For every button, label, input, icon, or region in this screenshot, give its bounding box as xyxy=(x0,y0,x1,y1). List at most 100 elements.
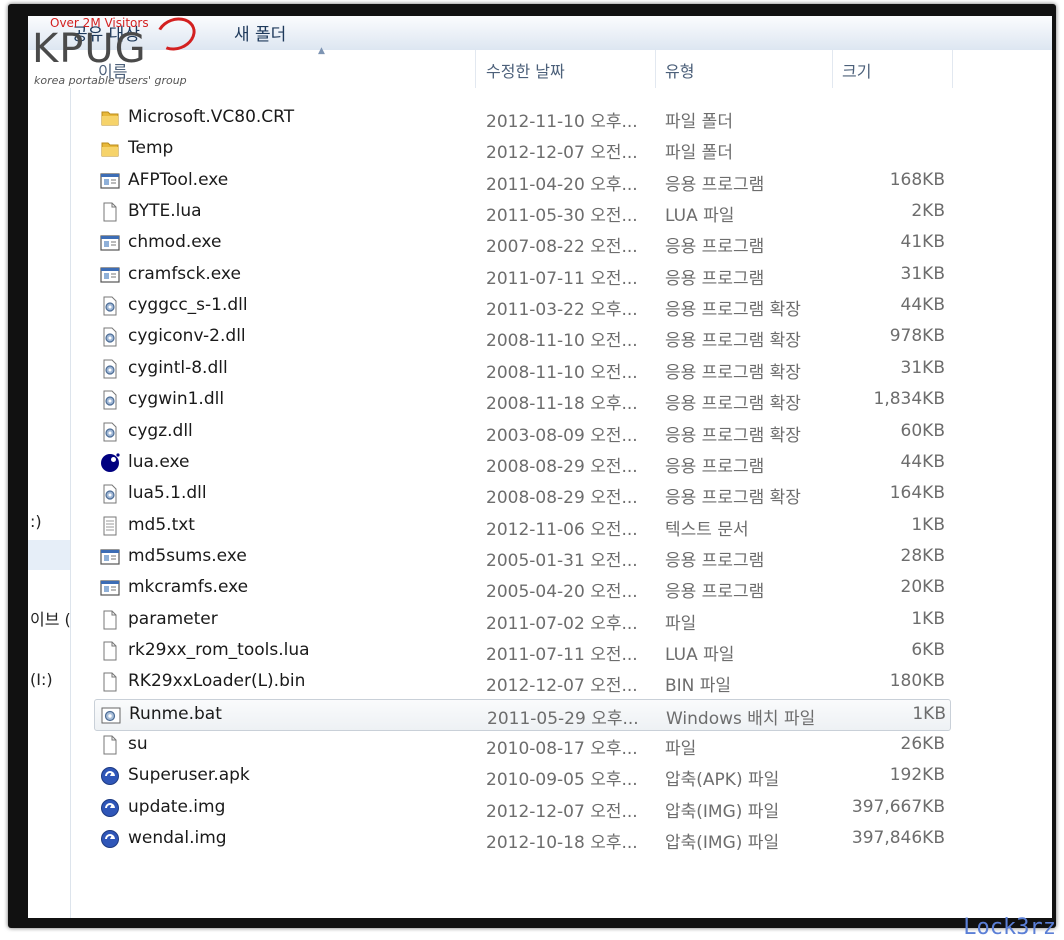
file-row[interactable]: cygiconv-2.dll 2008-11-10 오전... 응용 프로그램 확장… xyxy=(94,322,949,352)
file-row[interactable]: mkcramfs.exe 2005-04-20 오전... 응용 프로그램 20KB xyxy=(94,573,949,603)
file-name: lua.exe xyxy=(128,452,190,472)
nav-item[interactable]: :) xyxy=(30,512,42,531)
logo-wordmark: KPUG xyxy=(32,26,147,72)
column-type[interactable]: 유형 xyxy=(665,58,694,82)
file-date: 2011-07-02 오후... xyxy=(486,614,638,634)
file-size: 26KB xyxy=(900,734,945,754)
file-name: cyggcc_s-1.dll xyxy=(128,295,248,315)
file-row[interactable]: su 2010-08-17 오후... 파일 26KB xyxy=(94,730,949,760)
file-type: 응용 프로그램 xyxy=(665,582,765,602)
file-row[interactable]: md5.txt 2012-11-06 오전... 텍스트 문서 1KB xyxy=(94,511,949,541)
file-row[interactable]: lua.exe 2008-08-29 오전... 응용 프로그램 44KB xyxy=(94,448,949,478)
file-name: su xyxy=(128,734,148,754)
file-row[interactable]: cygintl-8.dll 2008-11-10 오전... 응용 프로그램 확장 3… xyxy=(94,354,949,384)
dll-gear-icon xyxy=(100,296,120,316)
file-row[interactable]: cygz.dll 2003-08-09 오전... 응용 프로그램 확장 60KB xyxy=(94,417,949,447)
file-row[interactable]: cramfsck.exe 2011-07-11 오전... 응용 프로그램 31KB xyxy=(94,260,949,290)
file-type: Windows 배치 파일 xyxy=(666,709,816,729)
column-header: ▲ 이름 수정한 날짜 유형 크기 xyxy=(70,46,1052,88)
file-type: LUA 파일 xyxy=(665,206,735,226)
file-size: 31KB xyxy=(900,358,945,378)
file-type: 파일 xyxy=(665,614,697,634)
column-date[interactable]: 수정한 날짜 xyxy=(486,58,565,82)
file-size: 1,834KB xyxy=(873,389,945,409)
file-date: 2011-07-11 오전... xyxy=(486,269,638,289)
file-name: RK29xxLoader(L).bin xyxy=(128,671,306,691)
file-row[interactable]: Runme.bat 2011-05-29 오후... Windows 배치 파일 1K… xyxy=(94,699,951,731)
file-row[interactable]: parameter 2011-07-02 오후... 파일 1KB xyxy=(94,605,949,635)
explorer-window: 공유 대상 새 폴더 :) 이브 ( (I:) ▲ 이름 수정한 날짜 유형 크… xyxy=(28,16,1052,918)
dll-gear-icon xyxy=(100,359,120,379)
file-date: 2005-01-31 오전... xyxy=(486,551,638,571)
nav-item[interactable]: (I:) xyxy=(30,670,53,689)
file-row[interactable]: md5sums.exe 2005-01-31 오전... 응용 프로그램 28KB xyxy=(94,542,949,572)
file-type: 압축(IMG) 파일 xyxy=(665,802,780,822)
folder-row[interactable]: Temp 2012-12-07 오전... 파일 폴더 xyxy=(94,134,949,164)
file-date: 2010-08-17 오후... xyxy=(486,739,638,759)
file-date: 2012-11-10 오후... xyxy=(486,112,638,132)
application-icon xyxy=(100,547,120,567)
nav-item[interactable]: 이브 ( xyxy=(30,606,71,630)
column-divider[interactable] xyxy=(952,50,953,88)
file-name: AFPTool.exe xyxy=(128,170,229,190)
archive-icon xyxy=(100,766,120,786)
file-row[interactable]: wendal.img 2012-10-18 오후... 압축(IMG) 파일 397,… xyxy=(94,824,949,854)
file-row[interactable]: BYTE.lua 2011-05-30 오전... LUA 파일 2KB xyxy=(94,197,949,227)
file-type: 응용 프로그램 xyxy=(665,457,765,477)
file-date: 2008-08-29 오전... xyxy=(486,457,638,477)
file-type: 응용 프로그램 xyxy=(665,551,765,571)
folder-icon xyxy=(100,139,120,159)
application-icon xyxy=(100,578,120,598)
folder-icon xyxy=(100,108,120,128)
file-type: 텍스트 문서 xyxy=(665,520,749,540)
photo-frame: 공유 대상 새 폴더 :) 이브 ( (I:) ▲ 이름 수정한 날짜 유형 크… xyxy=(8,4,1056,928)
text-file-icon xyxy=(100,516,120,536)
file-row[interactable]: lua5.1.dll 2008-08-29 오전... 응용 프로그램 확장 164K… xyxy=(94,479,949,509)
column-divider[interactable] xyxy=(475,50,476,88)
file-date: 2012-11-06 오전... xyxy=(486,520,638,540)
file-date: 2012-12-07 오전... xyxy=(486,676,638,696)
file-type: 파일 폴더 xyxy=(665,143,733,163)
file-row[interactable]: update.img 2012-12-07 오전... 압축(IMG) 파일 397,… xyxy=(94,793,949,823)
file-name: md5.txt xyxy=(128,515,195,535)
file-row[interactable]: cygwin1.dll 2008-11-18 오후... 응용 프로그램 확장 1,8… xyxy=(94,385,949,415)
column-divider[interactable] xyxy=(832,50,833,88)
file-name: Temp xyxy=(128,138,174,158)
file-icon xyxy=(100,672,120,692)
file-size: 31KB xyxy=(900,264,945,284)
application-icon xyxy=(100,265,120,285)
file-size: 41KB xyxy=(900,232,945,252)
nav-selected-item[interactable] xyxy=(28,540,70,570)
file-row[interactable]: chmod.exe 2007-08-22 오전... 응용 프로그램 41KB xyxy=(94,228,949,258)
column-divider[interactable] xyxy=(655,50,656,88)
file-name: Runme.bat xyxy=(129,704,222,724)
file-name: md5sums.exe xyxy=(128,546,247,566)
file-icon xyxy=(100,735,120,755)
file-name: parameter xyxy=(128,609,218,629)
application-icon xyxy=(100,233,120,253)
file-row[interactable]: AFPTool.exe 2011-04-20 오후... 응용 프로그램 168KB xyxy=(94,166,949,196)
file-date: 2008-11-18 오후... xyxy=(486,394,638,414)
file-size: 44KB xyxy=(900,452,945,472)
file-row[interactable]: RK29xxLoader(L).bin 2012-12-07 오전... BIN 파… xyxy=(94,667,949,697)
file-size: 180KB xyxy=(889,671,945,691)
navigation-pane: :) 이브 ( (I:) xyxy=(28,50,71,918)
file-size: 20KB xyxy=(900,577,945,597)
file-name: wendal.img xyxy=(128,828,227,848)
file-size: 44KB xyxy=(900,295,945,315)
file-type: 파일 xyxy=(665,739,697,759)
file-size: 168KB xyxy=(889,170,945,190)
new-folder-button[interactable]: 새 폴더 xyxy=(234,20,286,45)
file-type: 응용 프로그램 확장 xyxy=(665,300,801,320)
column-size[interactable]: 크기 xyxy=(842,58,871,82)
file-name: lua5.1.dll xyxy=(128,483,207,503)
file-row[interactable]: Superuser.apk 2010-09-05 오후... 압축(APK) 파일 1… xyxy=(94,761,949,791)
folder-row[interactable]: Microsoft.VC80.CRT 2012-11-10 오후... 파일 폴더 xyxy=(94,103,949,133)
file-type: LUA 파일 xyxy=(665,645,735,665)
file-size: 1KB xyxy=(911,609,945,629)
file-row[interactable]: rk29xx_rom_tools.lua 2011-07-11 오전... LUA … xyxy=(94,636,949,666)
file-row[interactable]: cyggcc_s-1.dll 2011-03-22 오후... 응용 프로그램 확장… xyxy=(94,291,949,321)
kpug-logo: Over 2M Visitors KPUG korea portable use… xyxy=(28,16,203,88)
file-name: cygz.dll xyxy=(128,421,193,441)
file-type: 응용 프로그램 확장 xyxy=(665,331,801,351)
